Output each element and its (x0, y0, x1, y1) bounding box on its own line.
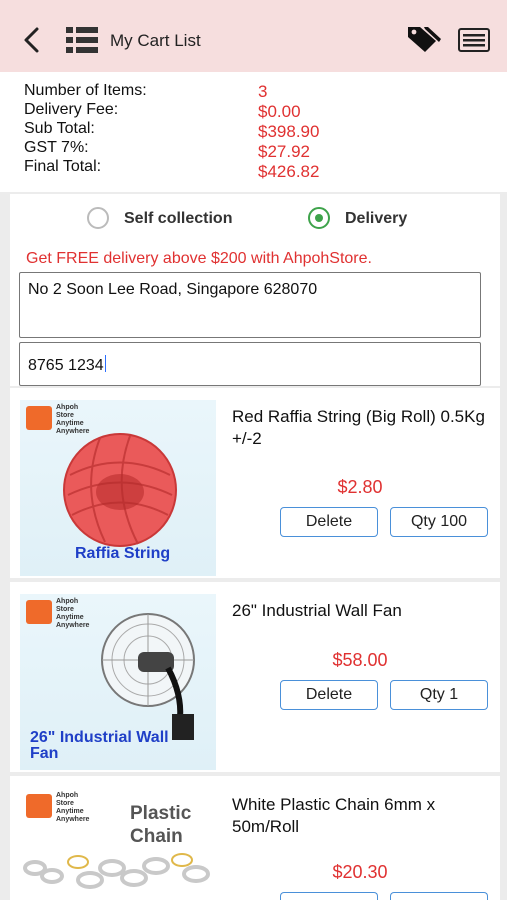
product-price: $2.80 (337, 477, 383, 497)
summary-label-gst: GST 7%: (24, 139, 89, 156)
store-logo (26, 406, 52, 430)
phone-value: 8765 1234 (28, 357, 104, 374)
cart-item: Ahpoh Store Anytime Anywhere Plastic Cha… (10, 776, 500, 900)
back-arrow-icon[interactable] (22, 26, 42, 54)
summary-value-delivery-fee: $0.00 (258, 102, 301, 121)
address-field[interactable]: No 2 Soon Lee Road, Singapore 628070 (19, 272, 481, 338)
address-value: No 2 Soon Lee Road, Singapore 628070 (28, 281, 318, 298)
product-price: $58.00 (332, 650, 388, 670)
cart-item: Ahpoh Store Anytime Anywhere Raffia Stri… (10, 388, 500, 578)
summary-label-subtotal: Sub Total: (24, 120, 95, 137)
delete-button[interactable]: Delete (280, 507, 378, 537)
summary-value-items: 3 (258, 82, 268, 101)
free-delivery-promo: Get FREE delivery above $200 with AhpohS… (26, 250, 372, 267)
tags-icon[interactable] (406, 24, 442, 54)
raffia-ball-illustration (63, 433, 177, 547)
store-logo-text: Ahpoh Store Anytime Anywhere (56, 598, 90, 629)
summary-value-gst: $27.92 (258, 142, 310, 161)
menu-list-icon[interactable] (458, 28, 490, 52)
store-logo (26, 600, 52, 624)
image-caption: 26" Industrial Wall Fan (30, 729, 169, 762)
summary-value-subtotal: $398.90 (258, 122, 320, 141)
store-logo (26, 794, 52, 818)
delete-button[interactable] (280, 892, 378, 900)
label-self-collection[interactable]: Self collection (124, 210, 232, 228)
delete-button[interactable]: Delete (280, 680, 378, 710)
product-name: Red Raffia String (Big Roll) 0.5Kg +/-2 (232, 407, 485, 448)
radio-self-collection[interactable] (87, 207, 109, 229)
page-title: My Cart List (110, 31, 201, 50)
top-bar: My Cart List (0, 0, 507, 72)
summary-label-delivery-fee: Delivery Fee: (24, 101, 119, 118)
summary-label-final-total: Final Total: (24, 158, 102, 175)
qty-button[interactable]: Qty 100 (390, 507, 488, 537)
text-cursor (104, 355, 106, 372)
qty-button[interactable]: Qty 1 (390, 680, 488, 710)
summary-value-final-total: $426.82 (258, 162, 320, 181)
order-summary: Number of Items: 3 Delivery Fee: $0.00 S… (0, 72, 507, 192)
phone-field[interactable]: 8765 1234 (19, 342, 481, 386)
label-delivery[interactable]: Delivery (345, 210, 407, 228)
summary-label-items: Number of Items: (24, 82, 147, 99)
product-name: 26" Industrial Wall Fan (232, 601, 402, 620)
product-price: $20.30 (332, 862, 388, 882)
image-caption: Raffia String (75, 545, 171, 562)
product-image-raffia: Ahpoh Store Anytime Anywhere Raffia Stri… (20, 400, 216, 576)
plastic-chain-illustration (23, 853, 210, 889)
qty-button[interactable] (390, 892, 488, 900)
store-logo-text: Ahpoh Store Anytime Anywhere (56, 792, 90, 823)
cart-item: Ahpoh Store Anytime Anywhere 26" Industr… (10, 582, 500, 772)
radio-delivery[interactable] (308, 207, 330, 229)
product-image-fan: Ahpoh Store Anytime Anywhere 26" Industr… (20, 594, 216, 770)
list-icon (66, 27, 98, 53)
delivery-options-panel: Self collection Delivery Get FREE delive… (10, 194, 500, 386)
product-name: White Plastic Chain 6mm x 50m/Roll (232, 795, 436, 836)
wall-fan-illustration (101, 613, 195, 740)
product-image-chain: Ahpoh Store Anytime Anywhere Plastic Cha… (20, 788, 216, 900)
